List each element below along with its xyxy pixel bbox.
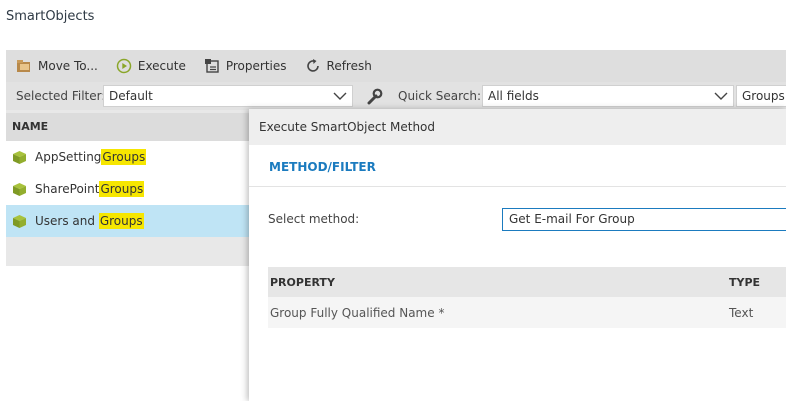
property-column-header: PROPERTY (270, 276, 335, 289)
method-select[interactable]: Get E-mail For Group (502, 208, 786, 231)
refresh-button[interactable]: Refresh (305, 58, 372, 74)
method-select-value: Get E-mail For Group (509, 212, 635, 226)
list-item-label: AppSettingGroups (35, 149, 147, 165)
execute-smartobject-dialog: Execute SmartObject Method METHOD/FILTER… (249, 109, 786, 401)
quick-search-field-value: All fields (488, 89, 539, 103)
smartobject-cube-icon (13, 214, 26, 228)
toolbar: Move To... Execute Properties Refresh (6, 50, 786, 82)
search-match-highlight: Groups (98, 213, 144, 229)
smartobject-cube-icon (13, 182, 26, 196)
play-circle-icon (116, 58, 132, 74)
dialog-title: Execute SmartObject Method (249, 109, 786, 145)
folder-move-icon (17, 60, 30, 72)
properties-button[interactable]: Properties (204, 58, 287, 74)
search-match-highlight: Groups (101, 149, 147, 165)
table-row[interactable]: Group Fully Qualified Name * Text (268, 297, 786, 328)
tab-method-filter[interactable]: METHOD/FILTER (269, 160, 376, 174)
filter-bar: Selected Filter: Default Quick Search: A… (6, 82, 786, 110)
property-table: PROPERTY TYPE Group Fully Qualified Name… (268, 267, 786, 328)
move-to-button[interactable]: Move To... (16, 58, 98, 74)
type-column-header: TYPE (729, 276, 761, 289)
quick-search-label: Quick Search: (398, 89, 482, 103)
chevron-down-icon (714, 92, 728, 100)
type-cell: Text (729, 306, 754, 320)
chevron-down-icon (333, 92, 347, 100)
list-item[interactable]: AppSettingGroups (6, 141, 249, 173)
list-item-prefix: SharePoint (35, 182, 100, 196)
refresh-label: Refresh (326, 59, 372, 73)
quick-search-text: Groups (742, 89, 785, 103)
wrench-icon[interactable] (366, 88, 383, 105)
list-item-label: SharePointGroups (35, 181, 145, 197)
search-match-highlight: Groups (99, 181, 145, 197)
property-cell: Group Fully Qualified Name * (270, 306, 445, 320)
smartobject-cube-icon (13, 150, 26, 164)
execute-label: Execute (137, 59, 186, 73)
refresh-icon (306, 59, 319, 72)
page-title: SmartObjects (6, 9, 95, 24)
dialog-tabs: METHOD/FILTER (249, 145, 786, 187)
list-item-prefix: AppSetting (35, 150, 102, 164)
properties-icon (204, 59, 219, 73)
quick-search-input[interactable]: Groups (736, 85, 786, 107)
list-item[interactable]: SharePointGroups (6, 173, 249, 205)
select-method-label: Select method: (268, 212, 360, 226)
selected-filter-value: Default (109, 89, 153, 103)
execute-button[interactable]: Execute (116, 58, 186, 74)
list-item-label: Users and Groups (35, 213, 144, 229)
selected-filter-dropdown[interactable]: Default (103, 85, 353, 107)
property-table-header: PROPERTY TYPE (268, 267, 786, 297)
quick-search-field-dropdown[interactable]: All fields (482, 85, 734, 107)
move-to-label: Move To... (38, 59, 98, 73)
name-column-header[interactable]: NAME (6, 113, 249, 141)
properties-label: Properties (225, 59, 287, 73)
list-item[interactable]: Users and Groups (6, 205, 249, 237)
smartobject-list: AppSettingGroups SharePointGroups Users an… (6, 141, 249, 237)
list-item-prefix: Users and (35, 214, 99, 228)
selected-filter-label: Selected Filter: (16, 89, 106, 103)
